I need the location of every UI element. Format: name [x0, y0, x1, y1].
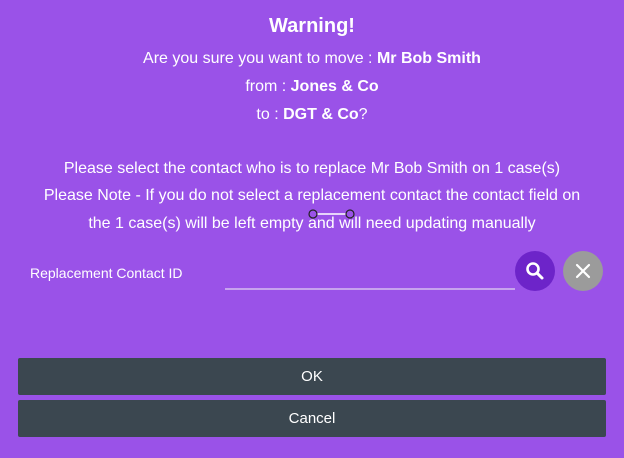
search-icon	[526, 262, 544, 280]
dialog-title: Warning!	[269, 15, 355, 37]
cancel-button[interactable]: Cancel	[18, 400, 606, 437]
to-prefix: to :	[256, 106, 284, 123]
to-suffix: ?	[358, 106, 368, 123]
move-prefix: Are you sure you want to move :	[143, 50, 377, 67]
contact-name: Mr Bob Smith	[376, 50, 481, 67]
move-question: Are you sure you want to move : Mr Bob S…	[0, 50, 624, 68]
replacement-contact-label: Replacement Contact ID	[30, 265, 183, 281]
resize-handle[interactable]	[308, 209, 356, 219]
to-line: to : DGT & Co?	[0, 106, 624, 124]
replacement-contact-input[interactable]	[225, 258, 515, 290]
note-line-1: Please select the contact who is to repl…	[63, 160, 561, 177]
clear-button[interactable]	[563, 251, 603, 291]
ok-button[interactable]: OK	[18, 358, 606, 395]
from-company: Jones & Co	[290, 78, 379, 95]
search-button[interactable]	[515, 251, 555, 291]
to-company: DGT & Co	[283, 106, 359, 123]
move-contact-dialog: Warning! Are you sure you want to move :…	[0, 0, 624, 458]
from-line: from : Jones & Co	[0, 78, 624, 96]
close-icon	[575, 263, 591, 279]
note-line-2: Please Note - If you do not select a rep…	[43, 187, 581, 204]
from-prefix: from :	[245, 78, 291, 95]
